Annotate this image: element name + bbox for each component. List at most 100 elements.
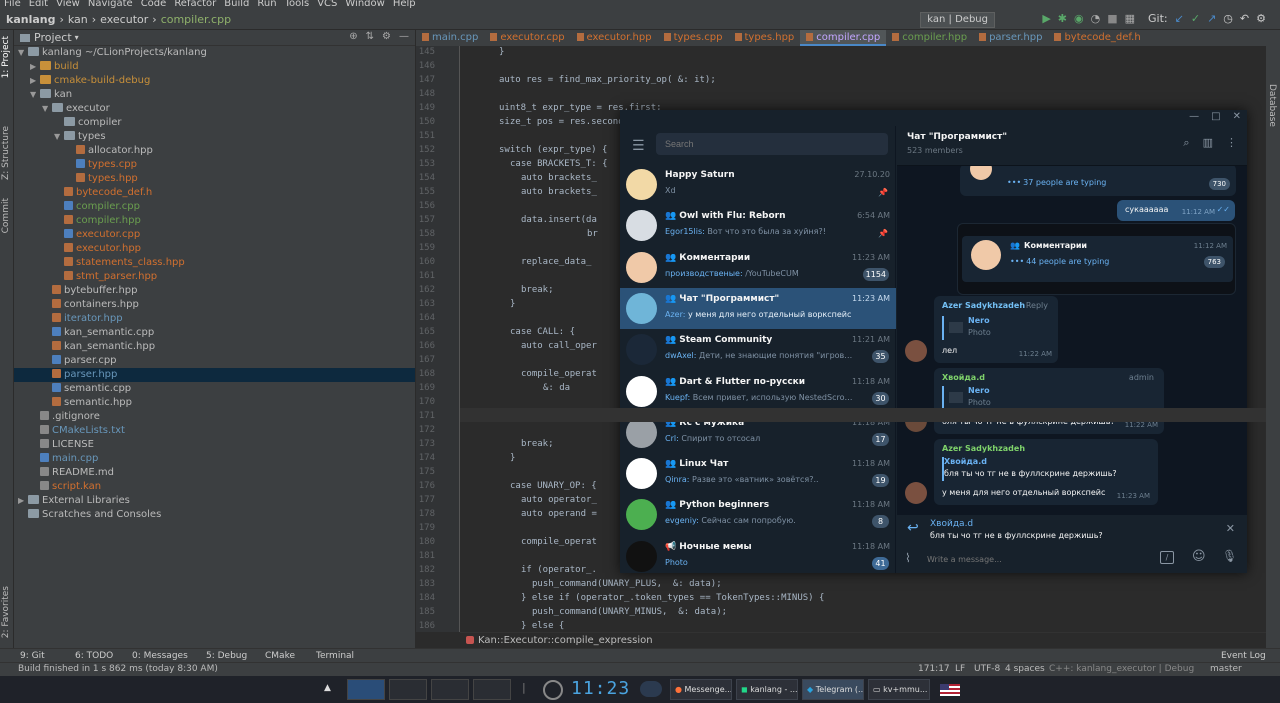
commands-icon[interactable]: / <box>1160 551 1174 564</box>
sender-avatar[interactable] <box>905 340 927 362</box>
tree-item[interactable]: ▼ types <box>14 130 415 144</box>
chevron-down-icon[interactable]: ▼ <box>42 102 52 116</box>
chat-title[interactable]: Чат "Программист" <box>907 132 1007 142</box>
chevron-right-icon[interactable]: ▶ <box>18 494 28 508</box>
caret-position[interactable]: 171:17 <box>918 663 950 676</box>
tree-item[interactable]: ▼ executor <box>14 102 415 116</box>
chevron-down-icon[interactable]: ▼ <box>18 46 28 60</box>
editor-tab[interactable]: types.hpp <box>729 30 801 46</box>
menu-file[interactable]: File <box>4 0 21 10</box>
project-view-select[interactable]: Project <box>34 31 72 44</box>
incoming-message-1[interactable]: Azer Sadykhzadeh Reply Nero Photo лел 11… <box>934 296 1058 363</box>
tree-item[interactable]: parser.hpp <box>14 368 415 382</box>
debug-icon[interactable]: ✱ <box>1058 12 1067 25</box>
tree-item[interactable]: compiler.hpp <box>14 214 415 228</box>
tree-item[interactable]: bytebuffer.hpp <box>14 284 415 298</box>
reply-quote[interactable]: Хвойда.d бля ты чо тг не в фуллскрине де… <box>942 457 1117 481</box>
tree-item[interactable]: bytecode_def.h <box>14 186 415 200</box>
taskbar-telegram[interactable]: ◆ Telegram (... <box>802 679 864 700</box>
resolve-context[interactable]: C++: kanlang_executor | Debug <box>1049 663 1194 676</box>
reply-quote[interactable]: Nero Photo <box>942 386 991 410</box>
editor-tab[interactable]: parser.hpp <box>973 30 1048 46</box>
tree-item[interactable]: Scratches and Consoles <box>14 508 415 522</box>
hamburger-menu-icon[interactable]: ☰ <box>632 138 645 154</box>
tree-item[interactable]: compiler <box>14 116 415 130</box>
taskbar-firefox[interactable]: ● Messenge... <box>670 679 732 700</box>
coverage-icon[interactable]: ◉ <box>1074 12 1084 25</box>
tree-item[interactable]: README.md <box>14 466 415 480</box>
git-commit-icon[interactable]: ✓ <box>1191 12 1200 25</box>
tree-item[interactable]: statements_class.hpp <box>14 256 415 270</box>
structure-tool-tab[interactable]: Z: Structure <box>1 126 11 180</box>
desktop-4[interactable] <box>473 679 511 700</box>
tree-item[interactable]: kan_semantic.hpp <box>14 340 415 354</box>
project-tool-tab[interactable]: 1: Project <box>1 36 11 78</box>
event-log-button[interactable]: Event Log <box>1221 649 1266 663</box>
breadcrumb-file[interactable]: compiler.cpp <box>161 13 231 26</box>
close-icon[interactable]: ✕ <box>1233 111 1241 122</box>
menu-window[interactable]: Window <box>345 0 384 10</box>
tree-item[interactable]: compiler.cpp <box>14 200 415 214</box>
menu-tools[interactable]: Tools <box>285 0 310 10</box>
chat-list-item[interactable]: 👥 Python beginners 11:18 AM evgeniy: Сейчас… <box>620 494 896 535</box>
git-tool-button[interactable]: 9: Git <box>20 649 45 663</box>
run-icon[interactable]: ▶ <box>1042 12 1050 25</box>
tree-item[interactable]: executor.hpp <box>14 242 415 256</box>
git-push-icon[interactable]: ↗ <box>1207 12 1216 25</box>
tree-item[interactable]: types.hpp <box>14 172 415 186</box>
cmake-tool-button[interactable]: CMake <box>265 649 295 663</box>
menu-edit[interactable]: Edit <box>29 0 48 10</box>
menu-refactor[interactable]: Refactor <box>174 0 216 10</box>
gear-icon[interactable]: ⚙ <box>382 31 391 42</box>
incoming-message-2[interactable]: Хвойда.d admin Nero Photo бля ты чо тг н… <box>934 368 1164 434</box>
debug-tool-button[interactable]: 5: Debug <box>206 649 247 663</box>
tree-item[interactable]: ▶ build <box>14 60 415 74</box>
locate-icon[interactable]: ⊕ <box>349 31 357 42</box>
stop-icon[interactable]: ■ <box>1107 12 1117 25</box>
sender-name[interactable]: Хвойда.d <box>942 373 985 382</box>
tree-item[interactable]: allocator.hpp <box>14 144 415 158</box>
tree-item[interactable]: containers.hpp <box>14 298 415 312</box>
chat-header[interactable]: Чат "Программист" 523 members ⌕ ▥ ⋮ <box>897 126 1247 166</box>
desktop-1[interactable] <box>347 679 385 700</box>
microphone-icon[interactable]: 🎙 <box>1222 549 1237 563</box>
desktop-3[interactable] <box>431 679 469 700</box>
tree-item[interactable]: main.cpp <box>14 452 415 466</box>
reply-label[interactable]: Reply <box>1026 301 1048 310</box>
chat-list-item[interactable]: 👥 Linux Чат 11:18 AM Qinra: Разве это «ватн… <box>620 453 896 494</box>
forwarded-preview[interactable]: 👥 Комментарии 11:12 AM ••• 44 people are … <box>957 223 1236 295</box>
menu-help[interactable]: Help <box>393 0 416 10</box>
tree-item[interactable]: ▶ cmake-build-debug <box>14 74 415 88</box>
tree-item[interactable]: parser.cpp <box>14 354 415 368</box>
search-input[interactable] <box>656 133 888 155</box>
sidebar-toggle-icon[interactable]: ▥ <box>1203 136 1213 150</box>
taskbar-clock[interactable]: 11:23 <box>571 678 630 699</box>
tree-item[interactable]: LICENSE <box>14 438 415 452</box>
search-icon[interactable]: ⌕ <box>1183 136 1189 150</box>
terminal-tool-button[interactable]: Terminal <box>316 649 354 663</box>
run-configuration-select[interactable]: kan | Debug <box>920 12 995 28</box>
tree-item[interactable]: script.kan <box>14 480 415 494</box>
minimize-icon[interactable]: — <box>1189 111 1199 122</box>
chevron-down-icon[interactable]: ▼ <box>54 130 64 144</box>
editor-tab[interactable]: bytecode_def.h <box>1048 30 1146 46</box>
commit-tool-tab[interactable]: Commit <box>1 198 11 233</box>
tree-item[interactable]: ▶ External Libraries <box>14 494 415 508</box>
git-branch[interactable]: master <box>1210 663 1242 676</box>
menu-vcs[interactable]: VCS <box>317 0 337 10</box>
tree-item[interactable]: semantic.hpp <box>14 396 415 410</box>
breadcrumb-project[interactable]: kanlang <box>6 13 55 26</box>
tree-item[interactable]: types.cpp <box>14 158 415 172</box>
build-icon[interactable]: ▦ <box>1125 12 1135 25</box>
paperclip-icon[interactable]: ⌇ <box>905 551 911 565</box>
favorites-tool-tab[interactable]: 2: Favorites <box>1 586 11 638</box>
message-input[interactable] <box>927 551 1147 567</box>
menu-navigate[interactable]: Navigate <box>88 0 133 10</box>
emoji-icon[interactable]: ☺ <box>1192 549 1206 564</box>
chevron-right-icon[interactable]: ▶ <box>30 60 40 74</box>
collapse-icon[interactable]: ⇅ <box>366 31 374 42</box>
settings-icon[interactable]: ⚙ <box>1256 12 1266 25</box>
indent-setting[interactable]: 4 spaces <box>1005 663 1045 676</box>
chevron-down-icon[interactable]: ▾ <box>75 33 79 42</box>
chat-list-item[interactable]: 👥 Комментарии 11:23 AM производственые: /Yo… <box>620 247 896 288</box>
